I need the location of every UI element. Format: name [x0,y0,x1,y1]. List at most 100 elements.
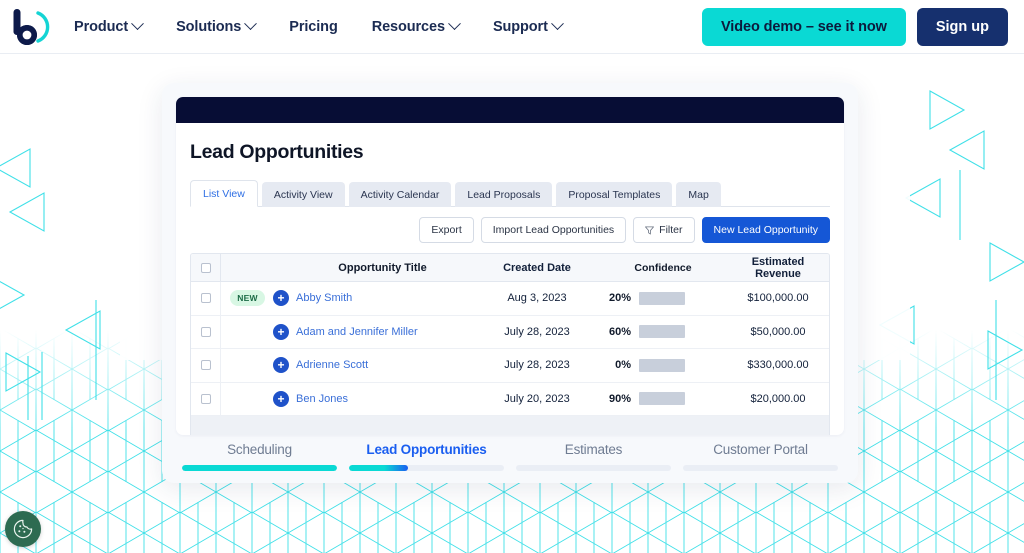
bg-triangles-left [0,148,101,420]
nav-item-label: Support [492,18,548,35]
feature-tab-track [683,465,838,471]
confidence-percent: 60% [608,325,631,338]
cookie-consent-button[interactable] [5,511,41,547]
row-title-link[interactable]: Adrienne Scott [296,359,481,371]
table-header-row: Opportunity Title Created Date Confidenc… [191,254,829,282]
expand-row-icon[interactable]: + [273,357,289,374]
row-confidence-cell: 0% [593,358,733,372]
chevron-down-icon [131,17,144,31]
feature-tab-progress [349,465,408,471]
sign-up-button[interactable]: Sign up [916,7,1008,46]
row-expand-cell: + [266,357,296,374]
row-expand-cell: + [266,290,296,307]
row-checkbox[interactable] [200,293,211,304]
row-confidence-cell: 60% [593,325,733,339]
row-select-cell [191,315,221,348]
row-checkbox[interactable] [200,393,211,404]
row-select-cell [191,382,221,415]
confidence-percent: 0% [615,359,631,372]
feature-tab-scheduling[interactable]: Scheduling [176,442,343,471]
bg-triangles-right [879,90,1024,400]
tab-lead-proposals[interactable]: Lead Proposals [455,182,553,207]
nav-item-resources[interactable]: Resources [355,11,476,43]
row-checkbox[interactable] [200,326,211,337]
bluefolder-logo[interactable] [7,5,53,49]
top-navbar: Product Solutions Pricing Resources Supp… [0,0,1024,54]
cookie-icon [13,519,33,539]
expand-row-icon[interactable]: + [273,323,289,340]
new-lead-opportunity-button[interactable]: New Lead Opportunity [701,217,830,243]
tab-map[interactable]: Map [676,182,721,207]
nav-item-solutions[interactable]: Solutions [159,11,272,43]
view-tabs: List View Activity View Activity Calenda… [190,179,830,207]
select-all-checkbox[interactable] [200,262,211,273]
confidence-percent: 20% [608,292,631,305]
feature-tab-track [349,465,504,471]
expand-row-icon[interactable]: + [273,390,289,407]
feature-tab-track [516,465,671,471]
row-title-link[interactable]: Adam and Jennifer Miller [296,326,481,338]
tab-list-view[interactable]: List View [190,180,258,207]
lead-opportunities-table: Opportunity Title Created Date Confidenc… [190,253,830,435]
feature-tab-lead-opportunities[interactable]: Lead Opportunities [343,442,510,471]
status-badge: NEW [230,290,265,307]
app-preview-card: Lead Opportunities List View Activity Vi… [162,83,858,483]
row-expand-cell: + [266,390,296,407]
confidence-bar [639,358,685,372]
feature-tab-customer-portal[interactable]: Customer Portal [677,442,844,471]
filter-button[interactable]: Filter [633,217,695,243]
feature-tab-label: Scheduling [227,442,292,457]
export-button[interactable]: Export [419,217,474,243]
row-created-date: July 28, 2023 [504,325,570,338]
row-select-cell [191,349,221,382]
row-title-link[interactable]: Ben Jones [296,393,481,405]
row-created-date: Aug 3, 2023 [507,292,567,305]
table-footer [191,416,829,435]
row-estimated-revenue: $20,000.00 [750,392,806,405]
row-checkbox[interactable] [200,360,211,371]
feature-tabs: Scheduling Lead Opportunities Estimates … [176,442,844,471]
feature-tab-estimates[interactable]: Estimates [510,442,677,471]
chevron-down-icon [448,17,461,31]
column-header-date[interactable]: Created Date [481,262,593,274]
app-window: Lead Opportunities List View Activity Vi… [176,97,844,435]
filter-label: Filter [659,224,683,236]
row-created-date: July 28, 2023 [504,359,570,372]
column-header-revenue[interactable]: Estimated Revenue [733,256,829,280]
row-title-link[interactable]: Abby Smith [296,292,481,304]
video-demo-button[interactable]: Video demo – see it now [701,7,906,46]
table-row[interactable]: + Adam and Jennifer Miller July 28, 2023… [191,315,829,349]
chevron-down-icon [244,17,258,31]
nav-item-label: Pricing [289,18,338,35]
tab-activity-calendar[interactable]: Activity Calendar [348,182,452,207]
column-header-title[interactable]: Opportunity Title [296,262,481,274]
table-row[interactable]: + Ben Jones July 20, 2023 90% $20,000.00 [191,382,829,416]
column-header-confidence[interactable]: Confidence [593,262,733,274]
row-created-date: July 20, 2023 [504,392,570,405]
feature-tab-label: Lead Opportunities [366,442,487,457]
tab-proposal-templates[interactable]: Proposal Templates [556,182,673,207]
nav-item-support[interactable]: Support [476,11,579,43]
feature-tab-label: Estimates [564,442,623,457]
chevron-down-icon [550,17,564,31]
nav-item-pricing[interactable]: Pricing [272,11,354,43]
row-confidence-cell: 90% [593,392,733,406]
expand-row-icon[interactable]: + [273,290,289,307]
table-row[interactable]: + Adrienne Scott July 28, 2023 0% $330,0… [191,349,829,383]
row-estimated-revenue: $100,000.00 [747,292,809,305]
select-all-cell [191,254,221,281]
row-estimated-revenue: $330,000.00 [747,359,809,372]
feature-tab-progress [182,465,337,471]
nav-item-label: Solutions [176,18,242,35]
confidence-bar [639,291,685,305]
row-estimated-revenue: $50,000.00 [750,325,806,338]
tab-activity-view[interactable]: Activity View [261,182,345,207]
row-expand-cell: + [266,323,296,340]
nav-item-product[interactable]: Product [57,11,159,43]
import-lead-opportunities-button[interactable]: Import Lead Opportunities [480,217,627,243]
app-content: Lead Opportunities List View Activity Vi… [176,141,844,435]
row-badge-cell: NEW [221,290,266,307]
feature-tab-label: Customer Portal [713,442,808,457]
table-row[interactable]: NEW + Abby Smith Aug 3, 2023 20% $100,00… [191,282,829,316]
app-title-bar [176,97,844,123]
